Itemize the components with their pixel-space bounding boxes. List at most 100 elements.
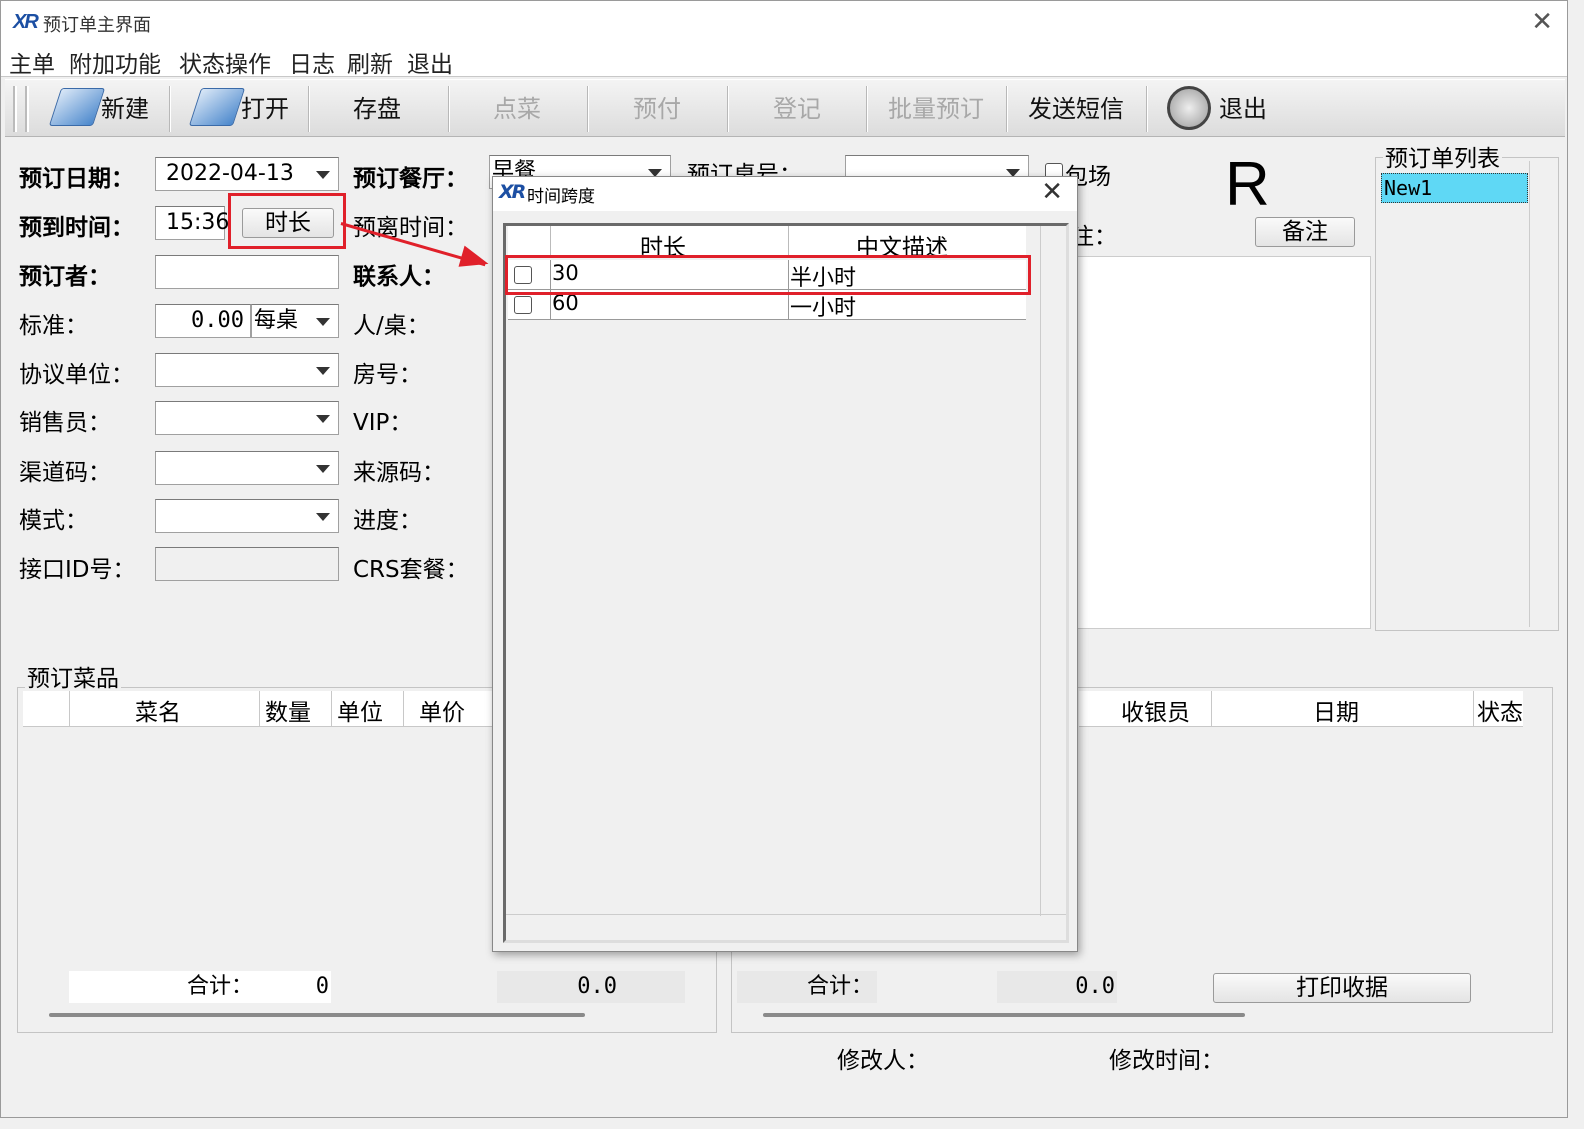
close-icon[interactable]: ✕ [1041,177,1063,207]
dishes-title: 预订菜品 [25,659,121,693]
dish-name-column[interactable]: 菜名 [135,693,181,727]
payments-grid-header: 收银员 日期 状态 [1079,691,1523,727]
row-highlight [505,255,1031,295]
dialog-title-bar: XR 时间跨度 ✕ [493,177,1077,211]
standard-input[interactable]: 0.00 [155,304,251,338]
standard-label: 标准： [19,313,88,339]
chevron-down-icon[interactable] [316,171,330,179]
order-dish-button[interactable]: 点菜 [493,84,541,134]
menu-main[interactable]: 主单 [9,45,55,79]
source-label: 来源码： [353,460,445,486]
dishes-scrollbar[interactable] [49,1013,585,1017]
toolbar: 新建 打开 存盘 点菜 预付 登记 批量预订 发送短信 退出 [5,79,1565,137]
dish-qty-column[interactable]: 数量 [265,693,311,727]
open-book-icon [188,88,246,126]
time-span-grid-header: 时长 中文描述 [508,226,1026,261]
standard-unit-value: 每桌 [254,308,299,333]
menu-addons[interactable]: 附加功能 [69,45,161,79]
exit-icon [1167,86,1211,130]
new-book-icon [48,88,106,126]
window-title: 预订单主界面 [43,15,151,36]
modify-time-label: 修改时间： [1109,1048,1224,1074]
send-sms-button[interactable]: 发送短信 [1028,84,1124,134]
progress-label: 进度： [353,508,422,534]
menu-exit[interactable]: 退出 [407,45,453,79]
toolbar-grip[interactable] [25,86,29,132]
duration-highlight [228,193,346,249]
crs-label: CRS套餐： [353,557,469,583]
register-button[interactable]: 登记 [773,84,821,134]
vip-label: VIP： [353,410,413,436]
main-window: XR 预订单主界面 ✕ 主单 附加功能 状态操作 日志 刷新 退出 新建 打开 … [0,0,1568,1118]
dishes-total-amount: 0.0 [497,971,685,1003]
app-logo-icon: XR [13,11,39,33]
remark-button[interactable]: 备注 [1255,217,1355,247]
dishes-total-label: 合计： [187,974,254,999]
save-button[interactable]: 存盘 [353,84,401,134]
row-checkbox[interactable] [514,296,532,314]
chevron-down-icon[interactable] [316,465,330,473]
prepay-button[interactable]: 预付 [633,84,681,134]
menu-bar: 主单 附加功能 状态操作 日志 刷新 退出 [1,45,1567,79]
payments-total-label: 合计： [807,974,874,999]
new-button[interactable]: 新建 [101,84,149,134]
date-column[interactable]: 日期 [1313,693,1359,727]
dish-price-column[interactable]: 单价 [419,693,465,727]
arrival-time-input[interactable]: 15:36 [155,206,229,240]
time-span-grid: 时长 中文描述 30 半小时 60 一小时 [503,223,1069,943]
print-receipt-button[interactable]: 打印收据 [1213,973,1471,1003]
dishes-total-row: 合计： 0 [69,971,331,1003]
chevron-down-icon[interactable] [316,513,330,521]
order-list-item[interactable]: New1 [1381,173,1528,203]
toolbar-grip[interactable] [13,86,17,132]
booker-label: 预订者： [19,264,111,290]
chevron-down-icon[interactable] [316,318,330,326]
interface-id-label: 接口ID号： [19,557,136,583]
sales-combo[interactable] [155,401,339,435]
remark-textarea[interactable] [1071,256,1371,629]
channel-combo[interactable] [155,451,339,485]
order-list-panel [1375,157,1559,631]
menu-status-ops[interactable]: 状态操作 [179,45,271,79]
title-bar: XR 预订单主界面 ✕ [1,1,1567,45]
payments-total-amount: 0.0 [997,971,1117,1003]
close-icon[interactable]: ✕ [1531,7,1553,37]
annotation-arrow-head [458,245,492,275]
big-r-letter: R [1225,150,1270,219]
per-table-label: 人/桌： [353,313,430,339]
time-span-dialog: XR 时间跨度 ✕ 时长 中文描述 30 半小时 60 一小时 [492,176,1078,952]
booker-input[interactable] [155,255,339,289]
app-logo-icon: XR [499,181,526,203]
restaurant-label: 预订餐厅： [353,166,468,192]
agreement-combo[interactable] [155,353,339,387]
chevron-down-icon[interactable] [316,367,330,375]
status-column[interactable]: 状态 [1477,693,1523,727]
channel-label: 渠道码： [19,460,111,486]
mode-combo[interactable] [155,499,339,533]
payments-scrollbar[interactable] [763,1013,1245,1017]
dishes-total-qty: 0 [315,974,329,999]
standard-unit-combo[interactable]: 每桌 [251,304,339,338]
arrival-time-value: 15:36 [166,210,230,235]
chevron-down-icon[interactable] [316,415,330,423]
sales-label: 销售员： [19,410,111,436]
cashier-column[interactable]: 收银员 [1121,693,1190,727]
open-button[interactable]: 打开 [241,84,289,134]
payments-total-row: 合计： [737,971,877,1003]
room-label: 房号： [353,362,422,388]
modifier-label: 修改人： [837,1048,929,1074]
leave-time-label: 预离时间： [353,215,468,241]
menu-log[interactable]: 日志 [289,45,335,79]
contact-label: 联系人： [353,264,445,290]
interface-id-input[interactable] [155,547,339,581]
exit-button[interactable]: 退出 [1219,84,1267,134]
arrival-time-label: 预到时间： [19,215,134,241]
menu-refresh[interactable]: 刷新 [347,45,393,79]
booking-date-combo[interactable]: 2022-04-13 [155,157,339,191]
dialog-title: 时间跨度 [527,187,595,207]
dish-unit-column[interactable]: 单位 [337,693,383,727]
mode-label: 模式： [19,508,88,534]
batch-book-button[interactable]: 批量预订 [888,84,984,134]
booking-date-label: 预订日期： [19,166,134,192]
standard-value: 0.00 [191,308,244,333]
